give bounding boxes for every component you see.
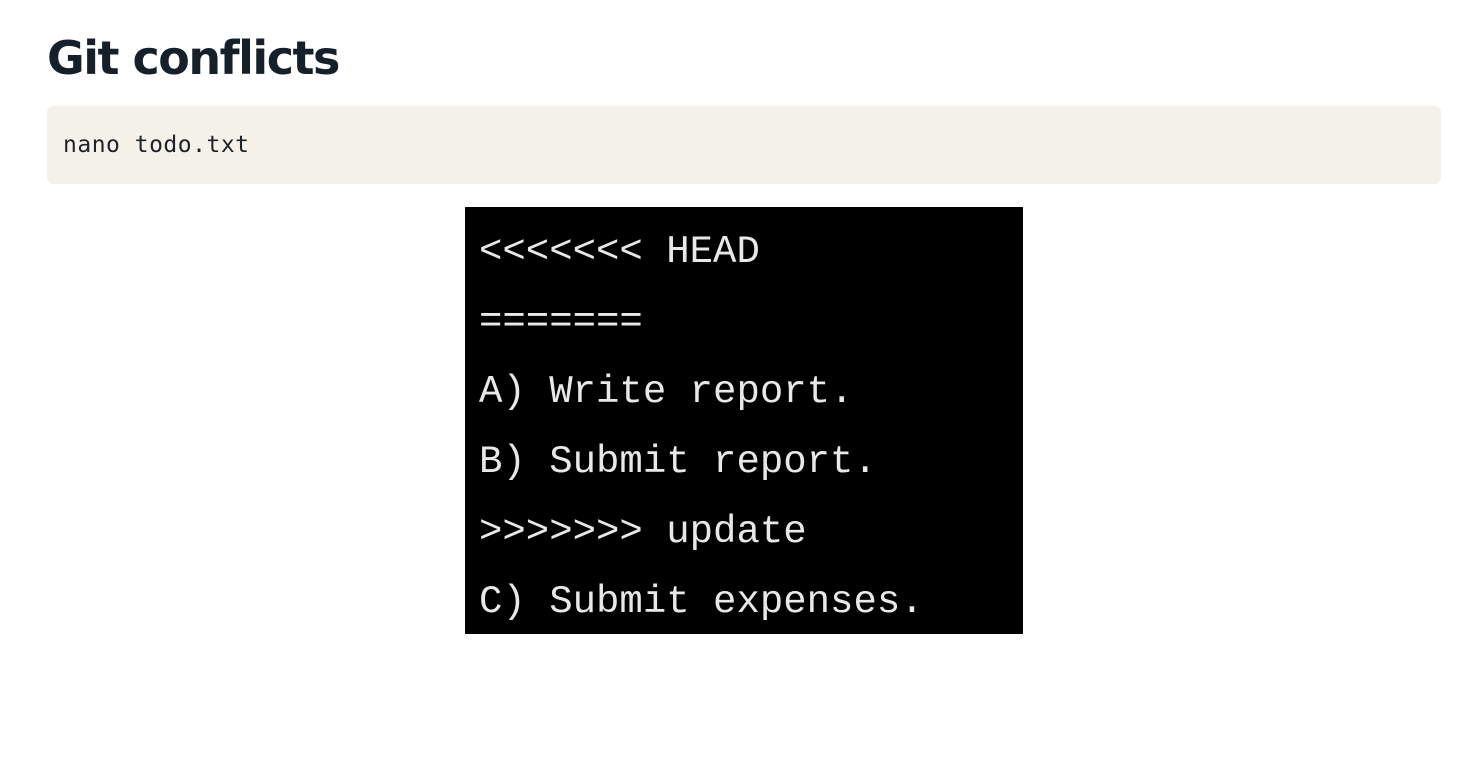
terminal-line-item-b: B) Submit report.	[479, 440, 877, 484]
content-area: Git conflicts nano todo.txt	[47, 0, 1441, 184]
terminal-line-item-a: A) Write report.	[479, 370, 854, 414]
terminal-screenshot: <<<<<<< HEAD ======= A) Write report. B)…	[465, 207, 1023, 634]
terminal-line-conflict-update: >>>>>>> update	[479, 510, 807, 554]
code-block: nano todo.txt	[47, 106, 1441, 184]
terminal-line-item-c: C) Submit expenses.	[479, 580, 924, 624]
terminal-line-separator: =======	[479, 300, 643, 344]
page-title: Git conflicts	[47, 31, 340, 85]
code-command: nano todo.txt	[63, 132, 250, 158]
terminal-line-conflict-head: <<<<<<< HEAD	[479, 230, 760, 274]
